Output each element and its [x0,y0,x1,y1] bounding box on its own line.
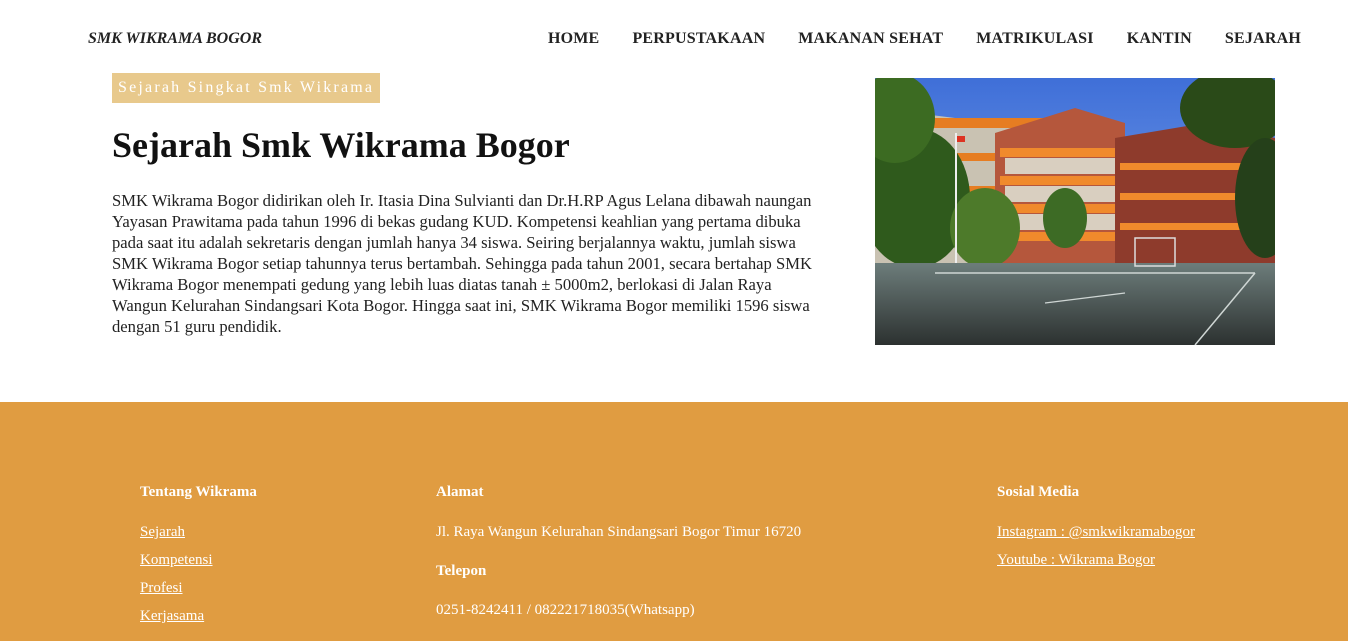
nav-perpustakaan[interactable]: PERPUSTAKAAN [632,30,765,48]
page-title: Sejarah Smk Wikrama Bogor [112,125,570,165]
footer-phone-heading: Telepon [436,563,487,579]
nav-makanan-sehat[interactable]: MAKANAN SEHAT [798,30,943,48]
footer-social-heading: Sosial Media [997,484,1080,500]
footer-link-sejarah[interactable]: Sejarah [140,524,185,541]
footer-link-kerjasama[interactable]: Kerjasama [140,608,204,625]
section-badge: Sejarah Singkat Smk Wikrama [112,73,381,103]
footer-about-heading: Tentang Wikrama [140,484,257,500]
footer-link-profesi[interactable]: Profesi [140,580,183,597]
main-nav: HOME PERPUSTAKAAN MAKANAN SEHAT MATRIKUL… [548,30,1301,48]
footer-phone-text: 0251-8242411 / 082221718035(Whatsapp) [436,602,695,618]
footer-address-text: Jl. Raya Wangun Kelurahan Sindangsari Bo… [436,524,802,540]
footer-link-kompetensi[interactable]: Kompetensi [140,552,213,569]
nav-matrikulasi[interactable]: MATRIKULASI [976,30,1093,48]
nav-sejarah[interactable]: SEJARAH [1225,30,1301,48]
nav-kantin[interactable]: KANTIN [1127,30,1192,48]
footer-youtube-link[interactable]: Youtube : Wikrama Bogor [997,552,1155,569]
footer-instagram-link[interactable]: Instagram : @smkwikramabogor [997,524,1195,541]
nav-home[interactable]: HOME [548,30,599,48]
footer-address-heading: Alamat [436,484,484,500]
brand-logo-text[interactable]: SMK WIKRAMA BOGOR [88,30,262,48]
history-paragraph: SMK Wikrama Bogor didirikan oleh Ir. Ita… [112,191,812,336]
school-building-photo [875,78,1275,345]
site-footer: Tentang Wikrama Sejarah Kompetensi Profe… [0,402,1348,641]
